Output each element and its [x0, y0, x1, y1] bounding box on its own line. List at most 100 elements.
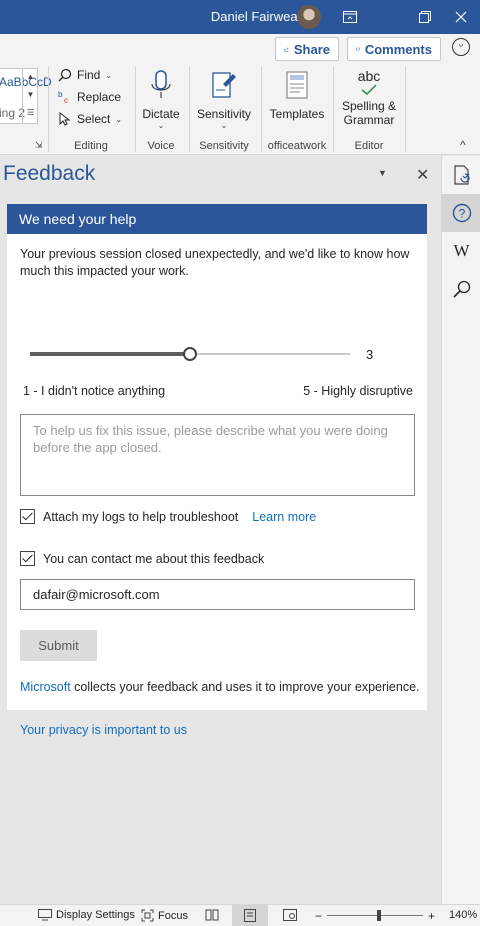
editor-group: abc Spelling & Grammar Editor — [334, 68, 404, 155]
rail-button-wikipedia[interactable]: W — [442, 232, 480, 270]
spelling-label-line2: Grammar — [343, 113, 395, 127]
svg-text:b: b — [58, 90, 63, 99]
group-separator — [48, 66, 49, 152]
intro-text: Your previous session closed unexpectedl… — [20, 247, 410, 278]
find-label: Find — [77, 68, 101, 82]
book-icon — [205, 909, 219, 921]
svg-text:?: ? — [458, 207, 465, 221]
chevron-down-icon: ⌄ — [157, 121, 165, 130]
gallery-more-icon[interactable]: ☰ — [23, 104, 38, 122]
search-icon — [58, 68, 72, 82]
focus-label: Focus — [158, 909, 188, 922]
scale-high-label: 5 - Highly disruptive — [303, 384, 413, 398]
replace-label: Replace — [77, 90, 122, 104]
card-header: We need your help — [7, 204, 427, 234]
zoom-slider-thumb[interactable] — [377, 910, 381, 921]
microsoft-link[interactable]: Microsoft — [20, 680, 71, 694]
submit-button[interactable]: Submit — [20, 630, 97, 661]
select-button[interactable]: Select ⌄ — [58, 112, 122, 126]
sensitivity-label: Sensitivity — [196, 107, 252, 121]
rail-button-search[interactable] — [442, 270, 480, 308]
ribbon-display-icon — [343, 11, 357, 23]
slider-thumb[interactable] — [183, 347, 197, 361]
print-layout-button[interactable] — [232, 905, 268, 926]
focus-button[interactable]: Focus — [141, 909, 188, 922]
attach-logs-checkbox[interactable] — [20, 509, 35, 524]
voice-group: Dictate ⌄ Voice — [136, 68, 186, 155]
close-icon — [455, 11, 467, 23]
contact-row: You can contact me about this feedback — [20, 551, 264, 566]
slider-value: 3 — [366, 347, 374, 362]
dictate-button[interactable]: Dictate ⌄ — [136, 68, 186, 130]
feedback-card: We need your help Your previous session … — [7, 204, 427, 737]
restore-icon — [419, 11, 431, 23]
share-label: Share — [293, 41, 330, 57]
gallery-scroll[interactable]: ▲ ▼ ☰ — [22, 68, 38, 124]
footnote-text: collects your feedback and uses it to im… — [70, 680, 420, 694]
contact-checkbox[interactable] — [20, 551, 35, 566]
editing-group: Find ⌄ bc Replace Select ⌄ Editing — [50, 68, 132, 155]
pane-close-icon[interactable]: ✕ — [416, 165, 429, 185]
collapse-ribbon-icon[interactable]: ^ — [460, 138, 466, 152]
help-icon: ? — [452, 203, 471, 223]
learn-more-link[interactable]: Learn more — [252, 510, 316, 524]
restore-button[interactable] — [408, 0, 442, 34]
share-icon — [284, 46, 289, 52]
dictate-label: Dictate — [142, 107, 180, 121]
privacy-link[interactable]: Your privacy is important to us — [20, 723, 187, 737]
share-button[interactable]: Share — [275, 37, 339, 61]
status-bar: Display Settings Focus − + 140% — [0, 904, 480, 926]
chevron-down-icon: ⌄ — [220, 121, 228, 130]
rail-button-document[interactable] — [442, 156, 480, 194]
zoom-level[interactable]: 140% — [449, 909, 477, 921]
zoom-out-button[interactable]: − — [315, 909, 322, 923]
dialog-launcher-icon[interactable]: ⇲ — [35, 140, 43, 151]
scale-low-label: 1 - I didn't notice anything — [23, 384, 166, 398]
wikipedia-icon: W — [453, 241, 470, 260]
officeatwork-group: Templates officeatwork — [262, 68, 332, 155]
comments-button[interactable]: Comments — [347, 37, 441, 61]
spelling-grammar-button[interactable]: abc Spelling & Grammar — [334, 68, 404, 127]
title-bar: Daniel Fairweather — [0, 0, 480, 34]
web-layout-button[interactable] — [283, 909, 297, 921]
group-label: Editing — [74, 140, 108, 152]
web-layout-icon — [283, 909, 297, 921]
templates-button[interactable]: Templates — [262, 68, 332, 121]
attach-logs-label: Attach my logs to help troubleshoot — [43, 509, 239, 524]
ribbon-display-options-button[interactable] — [333, 0, 367, 34]
pane-title: Feedback — [3, 162, 96, 185]
comment-icon — [356, 47, 360, 51]
feedback-smiley-icon[interactable]: ᵕ — [452, 38, 470, 56]
search-icon — [452, 280, 470, 298]
sensitivity-button[interactable]: Sensitivity ⌄ — [190, 68, 258, 130]
display-settings-label: Display Settings — [56, 909, 135, 921]
display-icon — [38, 909, 52, 921]
chevron-down-icon: ⌄ — [115, 114, 123, 124]
replace-button[interactable]: bc Replace — [58, 90, 121, 104]
group-label: Voice — [147, 140, 175, 152]
read-mode-button[interactable] — [205, 909, 219, 921]
find-button[interactable]: Find ⌄ — [58, 68, 112, 82]
description-textarea[interactable]: To help us fix this issue, please descri… — [20, 414, 415, 496]
attach-logs-row: Attach my logs to help troubleshoot Lear… — [20, 509, 316, 524]
right-rail: ? W — [441, 156, 480, 904]
group-label: Editor — [354, 140, 384, 152]
select-label: Select — [77, 112, 111, 126]
display-settings-button[interactable]: Display Settings — [38, 909, 135, 921]
pane-options-chevron-icon[interactable]: ▼ — [378, 168, 387, 178]
close-window-button[interactable] — [444, 0, 478, 34]
gallery-up-icon[interactable]: ▲ — [23, 68, 38, 86]
rail-button-help[interactable]: ? — [442, 194, 480, 232]
gallery-down-icon[interactable]: ▼ — [23, 86, 38, 104]
focus-icon — [141, 909, 154, 922]
replace-icon: bc — [58, 90, 68, 104]
templates-icon — [286, 71, 308, 99]
svg-text:c: c — [64, 96, 68, 104]
zoom-in-button[interactable]: + — [428, 909, 435, 923]
sensitivity-icon — [212, 72, 236, 98]
ribbon: Share Comments ᵕ AaBbCcD ing 2 ▲ ▼ ☰ ⇲ F… — [0, 34, 480, 155]
email-field[interactable]: dafair@microsoft.com — [20, 579, 415, 610]
cursor-arrow-icon — [59, 112, 71, 126]
zoom-slider[interactable] — [327, 915, 423, 916]
user-avatar[interactable] — [297, 5, 321, 29]
